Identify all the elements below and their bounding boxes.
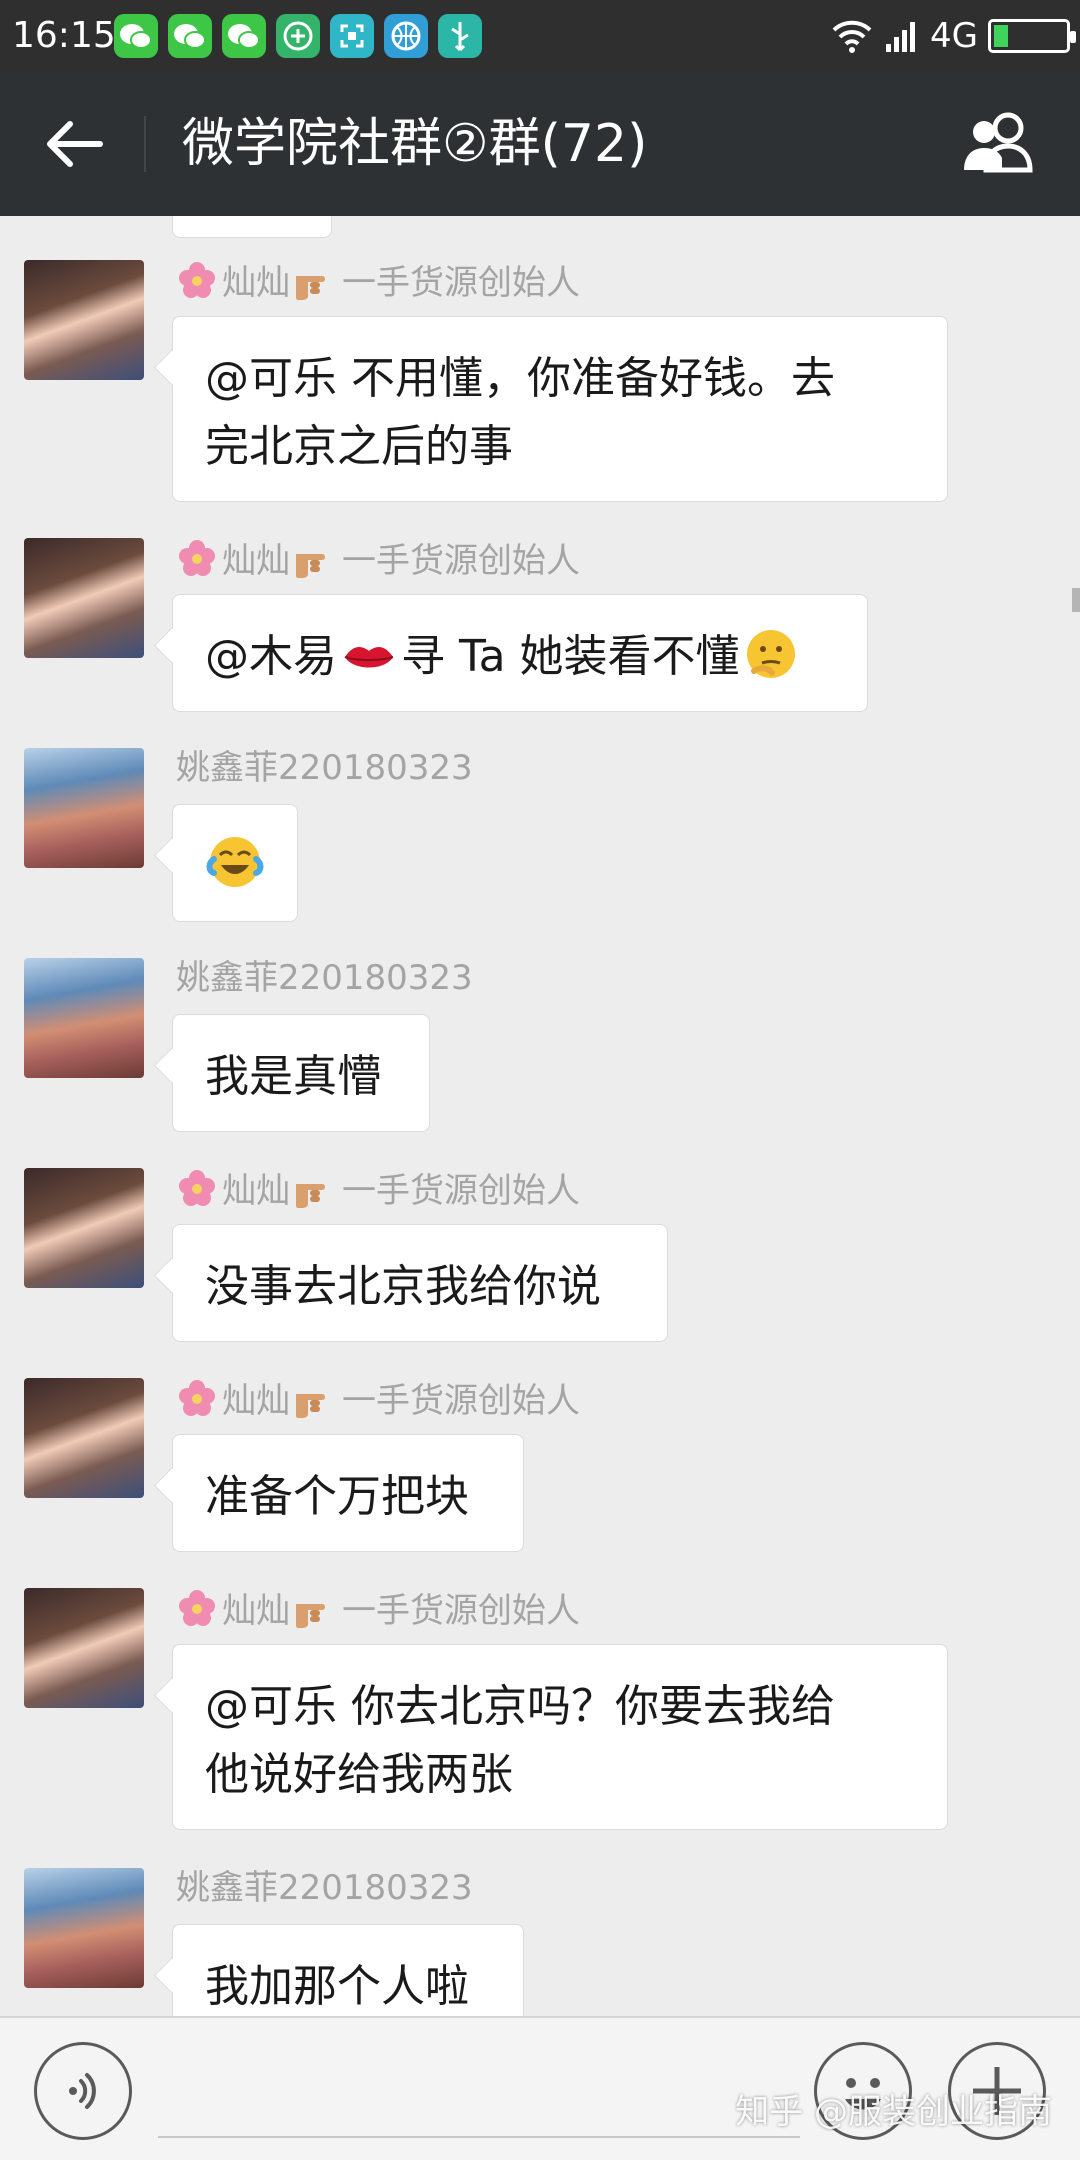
flower-icon <box>179 1170 215 1206</box>
message-text: 我加那个人啦 <box>205 1961 469 2012</box>
flower-icon <box>179 540 215 576</box>
lips-icon <box>344 647 394 668</box>
message-text: 寻 Ta 她装看不懂 <box>401 631 740 682</box>
message-bubble[interactable]: 准备个万把块 <box>172 1434 524 1552</box>
pointing-hand-icon <box>296 554 325 578</box>
input-bar: 知乎 @服装创业指南 <box>0 2016 1080 2160</box>
flower-icon <box>179 262 215 298</box>
sender-name: 姚鑫菲220180323 <box>176 1868 473 1908</box>
sender-nick: 灿灿 <box>222 1171 290 1211</box>
sender-name: 姚鑫菲220180323 <box>176 748 473 788</box>
watermark: 知乎 @服装创业指南 <box>735 2092 1052 2132</box>
voice-input-button[interactable] <box>34 2042 132 2140</box>
avatar[interactable] <box>24 538 144 658</box>
message-text: 准备个万把块 <box>205 1471 469 1522</box>
message-bubble[interactable]: @可乐 你去北京吗？你要去我给 他说好给我两张 <box>172 1644 948 1830</box>
partial-bubble <box>172 216 332 238</box>
battery-icon <box>988 19 1076 53</box>
crying-laughing-face-icon <box>206 837 264 887</box>
message-text-line: 完北京之后的事 <box>205 421 513 472</box>
sender-title: 一手货源创始人 <box>342 263 580 303</box>
sender-title: 一手货源创始人 <box>342 1171 580 1211</box>
network-type: 4G <box>930 16 978 56</box>
wechat-icon <box>114 14 158 58</box>
sender-nick: 灿灿 <box>222 263 290 303</box>
pointing-hand-icon <box>296 1604 325 1628</box>
avatar[interactable] <box>24 1378 144 1498</box>
pointing-hand-icon <box>296 276 325 300</box>
voice-icon <box>69 2073 96 2109</box>
avatar[interactable] <box>24 1868 144 1988</box>
message-text: 我是真懵 <box>205 1051 381 1102</box>
message-text-line: @可乐 你去北京吗？你要去我给 <box>205 1681 835 1732</box>
sender-name: 灿灿 一手货源创始人 <box>176 1168 580 1211</box>
wechat-icon <box>222 14 266 58</box>
sender-nick: 灿灿 <box>222 541 290 581</box>
sender-name: 灿灿 一手货源创始人 <box>176 260 580 303</box>
status-right: 4G <box>830 14 1076 58</box>
avatar[interactable] <box>24 1168 144 1288</box>
avatar[interactable] <box>24 958 144 1078</box>
wifi-icon <box>832 20 872 53</box>
sender-title: 一手货源创始人 <box>342 541 580 581</box>
wechat-icon <box>168 14 212 58</box>
avatar[interactable] <box>24 748 144 868</box>
signal-icon <box>886 22 916 52</box>
add-circle-icon <box>276 14 320 58</box>
scroll-indicator[interactable] <box>1072 588 1080 612</box>
scan-icon <box>330 14 374 58</box>
basketball-icon <box>384 14 428 58</box>
back-button[interactable] <box>30 108 114 180</box>
message-bubble[interactable] <box>172 804 298 922</box>
flower-icon <box>179 1380 215 1416</box>
status-time: 16:15 <box>12 15 116 56</box>
header-divider <box>144 116 146 172</box>
usb-icon <box>438 14 482 58</box>
chat-header: 微学院社群②群(72) <box>0 72 1080 216</box>
sender-title: 一手货源创始人 <box>342 1381 580 1421</box>
message-text: 没事去北京我给你说 <box>205 1261 601 1312</box>
group-members-button[interactable] <box>956 110 1040 176</box>
message-bubble[interactable]: @木易 寻 Ta 她装看不懂 <box>172 594 868 712</box>
message-text: @木易 <box>205 631 337 682</box>
sender-name: 灿灿 一手货源创始人 <box>176 1378 580 1421</box>
pointing-hand-icon <box>296 1184 325 1208</box>
message-bubble[interactable]: @可乐 不用懂，你准备好钱。去 完北京之后的事 <box>172 316 948 502</box>
thinking-face-icon <box>746 630 795 678</box>
message-list[interactable]: 灿灿 一手货源创始人 @可乐 不用懂，你准备好钱。去 完北京之后的事 灿灿 一手货源… <box>0 216 1080 2016</box>
sender-name: 灿灿 一手货源创始人 <box>176 538 580 581</box>
sender-nick: 灿灿 <box>222 1381 290 1421</box>
sender-name: 灿灿 一手货源创始人 <box>176 1588 580 1631</box>
message-bubble[interactable]: 没事去北京我给你说 <box>172 1224 668 1342</box>
sender-title: 一手货源创始人 <box>342 1591 580 1631</box>
sender-name: 姚鑫菲220180323 <box>176 958 473 998</box>
message-input[interactable] <box>158 2136 800 2138</box>
message-bubble[interactable]: 我加那个人啦 <box>172 1924 524 2016</box>
message-bubble[interactable]: 我是真懵 <box>172 1014 430 1132</box>
message-text-line: @可乐 不用懂，你准备好钱。去 <box>205 353 835 404</box>
page-title: 微学院社群②群(72) <box>182 114 648 174</box>
group-members-icon <box>964 112 1033 173</box>
message-text-line: 他说好给我两张 <box>205 1749 513 1800</box>
pointing-hand-icon <box>296 1394 325 1418</box>
back-arrow-icon <box>47 121 103 167</box>
sender-nick: 灿灿 <box>222 1591 290 1631</box>
flower-icon <box>179 1590 215 1626</box>
status-bar: 16:15 4G <box>0 0 1080 72</box>
avatar[interactable] <box>24 260 144 380</box>
avatar[interactable] <box>24 1588 144 1708</box>
